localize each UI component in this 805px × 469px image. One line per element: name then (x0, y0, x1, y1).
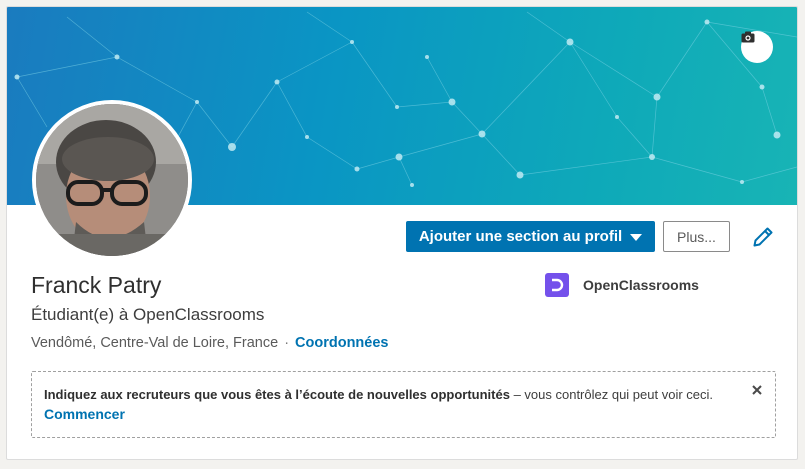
start-open-to-work-link[interactable]: Commencer (44, 406, 125, 422)
caret-down-icon (630, 233, 643, 241)
company-logo (545, 273, 569, 297)
current-company[interactable]: OpenClassrooms (545, 273, 699, 297)
openclassrooms-logo-icon (552, 278, 564, 292)
open-to-work-message: Indiquez aux recruteurs que vous êtes à … (44, 386, 735, 404)
close-icon (752, 385, 762, 395)
profile-card: Ajouter une section au profil Plus... Fr… (6, 6, 798, 460)
add-profile-section-button[interactable]: Ajouter une section au profil (406, 221, 655, 252)
profile-name: Franck Patry (31, 272, 162, 298)
profile-photo[interactable] (32, 100, 192, 260)
profile-location: Vendômé, Centre-Val de Loire, France (31, 335, 279, 351)
more-button[interactable]: Plus... (663, 221, 730, 252)
camera-icon (741, 31, 755, 43)
open-to-work-message-strong: Indiquez aux recruteurs que vous êtes à … (44, 387, 510, 402)
add-profile-section-label: Ajouter une section au profil (418, 228, 623, 245)
edit-cover-photo-button[interactable] (741, 31, 773, 63)
profile-headline: Étudiant(e) à OpenClassrooms (31, 305, 265, 324)
contact-info-link[interactable]: Coordonnées (295, 335, 388, 351)
open-to-work-banner: Indiquez aux recruteurs que vous êtes à … (31, 371, 776, 438)
edit-profile-button[interactable] (751, 225, 775, 249)
open-to-work-message-rest: – vous contrôlez qui peut voir ceci. (509, 387, 714, 402)
pencil-icon (753, 227, 773, 247)
separator-dot: · (284, 335, 290, 351)
company-name: OpenClassrooms (583, 277, 699, 293)
dismiss-banner-button[interactable] (749, 382, 765, 398)
profile-location-row: Vendômé, Centre-Val de Loire, France · C… (31, 335, 388, 351)
profile-photo-image (36, 104, 188, 256)
